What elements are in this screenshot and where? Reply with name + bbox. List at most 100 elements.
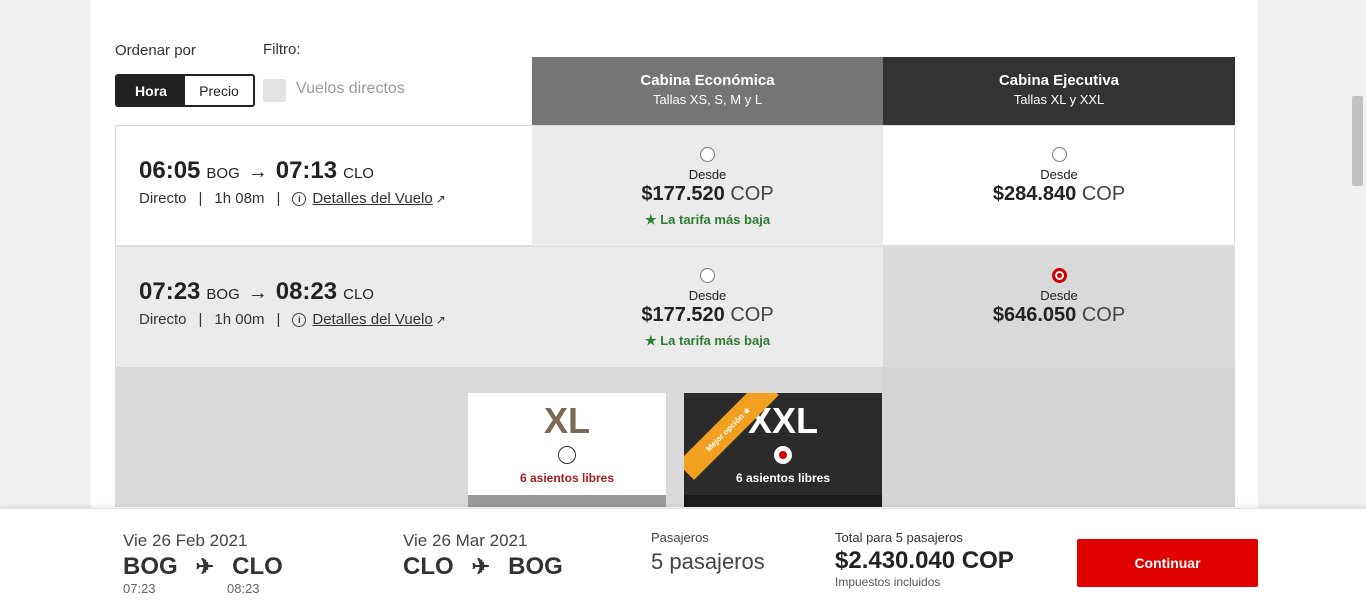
total-summary: Total para 5 pasajeros $2.430.040 COP Im…	[835, 530, 1014, 589]
fare-from-label: Desde	[688, 288, 727, 303]
return-date: Vie 26 Mar 2021	[403, 531, 528, 550]
scrollbar-thumb[interactable]	[1352, 96, 1363, 186]
seat-option-xxl[interactable]: Mejor opción ★ XXL 6 asientos libres	[684, 393, 882, 507]
fare-currency: COP	[1081, 183, 1126, 205]
fare-currency: COP	[730, 304, 774, 326]
fare-amount: $177.520	[641, 304, 725, 326]
fare-price: $177.520 COP	[532, 183, 883, 206]
info-icon: i	[292, 312, 307, 327]
scrollbar-track[interactable]	[1349, 0, 1366, 508]
fare-price: $177.520 COP	[532, 304, 883, 327]
external-link-icon: ↗	[435, 312, 446, 327]
separator: |	[276, 190, 281, 207]
outbound-depart-time: 07:23	[123, 581, 156, 596]
arrive-time: 08:23	[275, 278, 338, 305]
fare-price: $284.840 COP	[883, 183, 1235, 206]
separator: |	[198, 190, 203, 207]
executive-fare-cell[interactable]: Desde $646.050 COP	[883, 247, 1235, 367]
info-icon: i	[292, 191, 307, 206]
outbound-route: BOG ✈ CLO	[123, 553, 283, 581]
executive-column-bg	[882, 367, 1235, 507]
fare-from-label: Desde	[1040, 167, 1078, 182]
return-route: CLO ✈ BOG	[403, 553, 563, 581]
airplane-icon: ✈	[471, 554, 491, 579]
executive-cabin-header: Cabina Ejecutiva Tallas XL y XXL	[883, 57, 1235, 125]
depart-airport: BOG	[206, 286, 240, 303]
arrive-time: 07:13	[275, 157, 338, 184]
executive-fare-cell[interactable]: Desde $284.840 COP	[883, 126, 1235, 246]
fare-currency: COP	[1081, 304, 1126, 326]
economy-fare-cell[interactable]: Desde $177.520 COP ★ La tarifa más baja	[532, 126, 883, 246]
separator: |	[276, 311, 281, 328]
sort-label: Ordenar por	[115, 42, 196, 59]
flight-times: 06:05 BOG → 07:13 CLO	[139, 157, 382, 185]
sort-toggle: Hora Precio	[115, 74, 255, 107]
outbound-origin: BOG	[123, 553, 178, 580]
economy-cabin-title: Cabina Económica	[640, 72, 775, 89]
executive-cabin-title: Cabina Ejecutiva	[998, 72, 1120, 89]
fare-from-label: Desde	[688, 167, 727, 182]
seat-xl-radio[interactable]	[558, 446, 576, 464]
outbound-arrive-time: 08:23	[227, 581, 260, 596]
outbound-times: 07:23 08:23	[123, 581, 283, 596]
economy-fare-cell[interactable]: Desde $177.520 COP ★ La tarifa más baja	[532, 247, 883, 367]
flight-row: 06:05 BOG → 07:13 CLO Directo | 1h 08m |…	[115, 125, 1235, 246]
total-price: $2.430.040 COP	[835, 547, 1014, 574]
arrive-airport: CLO	[343, 165, 374, 182]
flight-details-link[interactable]: Detalles del Vuelo	[312, 190, 432, 207]
continue-button[interactable]: Continuar	[1077, 539, 1258, 587]
seat-option-xl[interactable]: XL 6 asientos libres	[468, 393, 666, 507]
flight-times: 07:23 BOG → 08:23 CLO	[139, 278, 382, 306]
external-link-icon: ↗	[435, 191, 446, 206]
separator: |	[198, 311, 203, 328]
flight-details-link[interactable]: Detalles del Vuelo	[312, 311, 432, 328]
sort-by-time-button[interactable]: Hora	[117, 76, 185, 105]
economy-fare-radio[interactable]	[700, 268, 715, 283]
flight-meta: Directo | 1h 00m | i Detalles del Vuelo …	[139, 311, 446, 328]
filter-label: Filtro:	[263, 41, 301, 58]
seat-options-panel: XL 6 asientos libres Mejor opción ★ XXL …	[115, 367, 1235, 507]
economy-cabin-sizes: Tallas XS, S, M y L	[652, 92, 763, 107]
flight-row: 07:23 BOG → 08:23 CLO Directo | 1h 00m |…	[115, 246, 1235, 367]
return-destination: BOG	[508, 553, 563, 580]
fare-from-label: Desde	[1040, 288, 1078, 303]
return-summary: Vie 26 Mar 2021 CLO ✈ BOG	[403, 531, 563, 581]
outbound-summary: Vie 26 Feb 2021 BOG ✈ CLO 07:23 08:23	[123, 531, 283, 596]
lowest-fare-badge: ★ La tarifa más baja	[644, 333, 771, 348]
arrive-airport: CLO	[343, 286, 374, 303]
sort-by-price-button[interactable]: Precio	[185, 76, 253, 105]
executive-fare-radio[interactable]	[1051, 147, 1067, 162]
return-origin: CLO	[403, 553, 454, 580]
executive-fare-radio-selected[interactable]	[1051, 268, 1067, 283]
tax-note: Impuestos incluidos	[835, 575, 941, 589]
arrow-right-icon: →	[247, 282, 268, 304]
economy-fare-radio[interactable]	[700, 147, 715, 162]
seats-available: 6 asientos libres	[519, 471, 615, 485]
card-footer-bar	[684, 495, 882, 507]
outbound-destination: CLO	[232, 553, 283, 580]
fare-amount: $284.840	[992, 183, 1077, 205]
flight-meta: Directo | 1h 08m | i Detalles del Vuelo …	[139, 190, 446, 207]
direct-flights-checkbox[interactable]	[263, 79, 286, 102]
passengers-label: Pasajeros	[651, 530, 709, 545]
depart-airport: BOG	[206, 165, 240, 182]
flight-type: Directo	[139, 311, 187, 328]
airplane-icon: ✈	[195, 554, 215, 579]
fare-amount: $646.050	[992, 304, 1077, 326]
executive-cabin-sizes: Tallas XL y XXL	[1013, 92, 1105, 107]
seat-xxl-radio-selected[interactable]	[774, 446, 792, 464]
passengers-summary: Pasajeros 5 pasajeros	[651, 530, 765, 575]
total-label: Total para 5 pasajeros	[835, 530, 963, 545]
flight-type: Directo	[139, 190, 187, 207]
depart-time: 06:05	[139, 157, 201, 184]
fare-currency: COP	[730, 183, 774, 205]
card-footer-bar	[468, 495, 666, 507]
seat-size-label: XL	[543, 400, 590, 441]
flight-duration: 1h 08m	[214, 190, 265, 207]
lowest-fare-badge: ★ La tarifa más baja	[644, 212, 771, 227]
booking-summary-bar: Vie 26 Feb 2021 BOG ✈ CLO 07:23 08:23 Vi…	[0, 508, 1366, 613]
arrow-right-icon: →	[247, 161, 268, 183]
seats-available: 6 asientos libres	[735, 471, 831, 485]
direct-flights-label: Vuelos directos	[296, 80, 405, 97]
economy-cabin-header: Cabina Económica Tallas XS, S, M y L	[532, 57, 883, 125]
